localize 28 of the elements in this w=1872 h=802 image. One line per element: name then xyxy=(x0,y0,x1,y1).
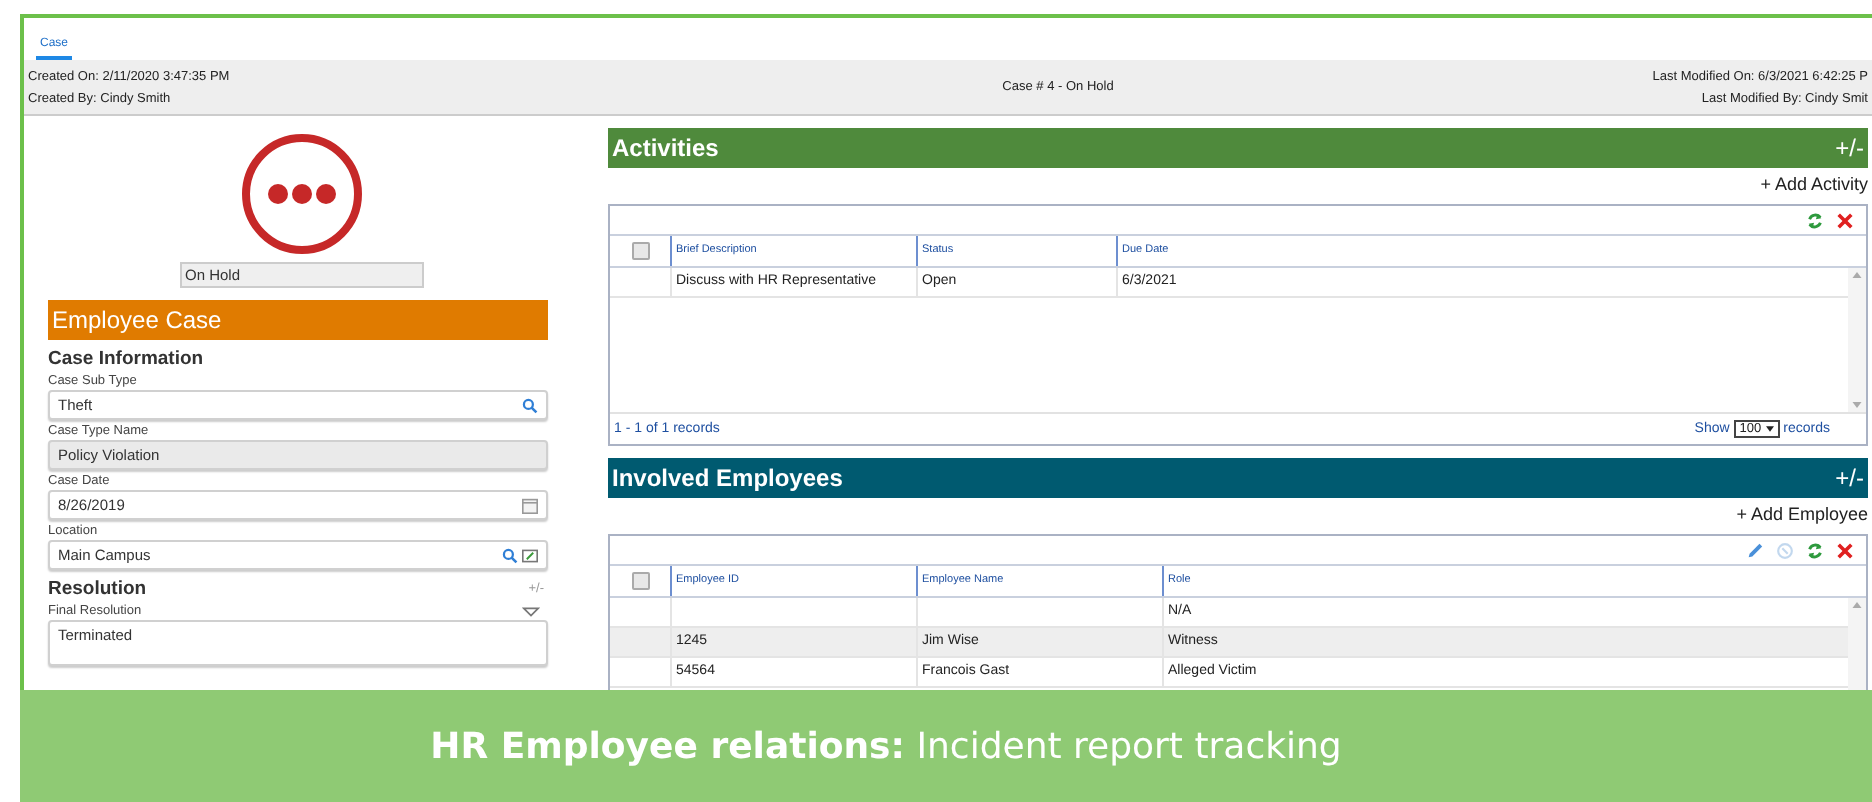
scroll-up-icon[interactable] xyxy=(1852,602,1862,608)
employee-case-header: Employee Case xyxy=(48,300,548,340)
scrollbar[interactable] xyxy=(1848,598,1866,690)
pencil-icon[interactable] xyxy=(1746,541,1764,559)
add-link[interactable]: + Add Activity xyxy=(1760,174,1868,194)
search-icon[interactable] xyxy=(502,547,518,563)
status-circle-icon xyxy=(239,132,363,256)
select-all-checkbox[interactable] xyxy=(631,572,649,590)
refresh-icon[interactable] xyxy=(1806,211,1824,229)
calendar-icon[interactable] xyxy=(522,497,538,513)
scroll-down-icon[interactable] xyxy=(1852,402,1862,408)
scrollbar[interactable] xyxy=(1848,268,1866,412)
search-icon[interactable] xyxy=(522,397,538,413)
select-all-checkbox[interactable] xyxy=(631,242,649,260)
caret-icon[interactable] xyxy=(1765,426,1774,432)
scroll-up-icon[interactable] xyxy=(1852,272,1862,278)
refresh-icon[interactable] xyxy=(1806,541,1824,559)
delete-icon[interactable] xyxy=(1836,541,1854,559)
delete-icon[interactable] xyxy=(1836,211,1854,229)
collapse-toggle[interactable]: +/- xyxy=(1835,134,1864,162)
dropdown-triangle-icon[interactable] xyxy=(522,605,540,617)
caption-text: HR Employee relations: Incident report tracking xyxy=(430,725,1342,767)
section-title: Resolution xyxy=(48,577,147,599)
panel-title: Involved Employees xyxy=(612,464,843,492)
collapse-toggle[interactable]: +/- xyxy=(1835,464,1864,492)
panel-title: Activities xyxy=(612,134,719,162)
section-title: Case Information xyxy=(48,347,204,369)
add-link[interactable]: + Add Employee xyxy=(1736,504,1868,524)
